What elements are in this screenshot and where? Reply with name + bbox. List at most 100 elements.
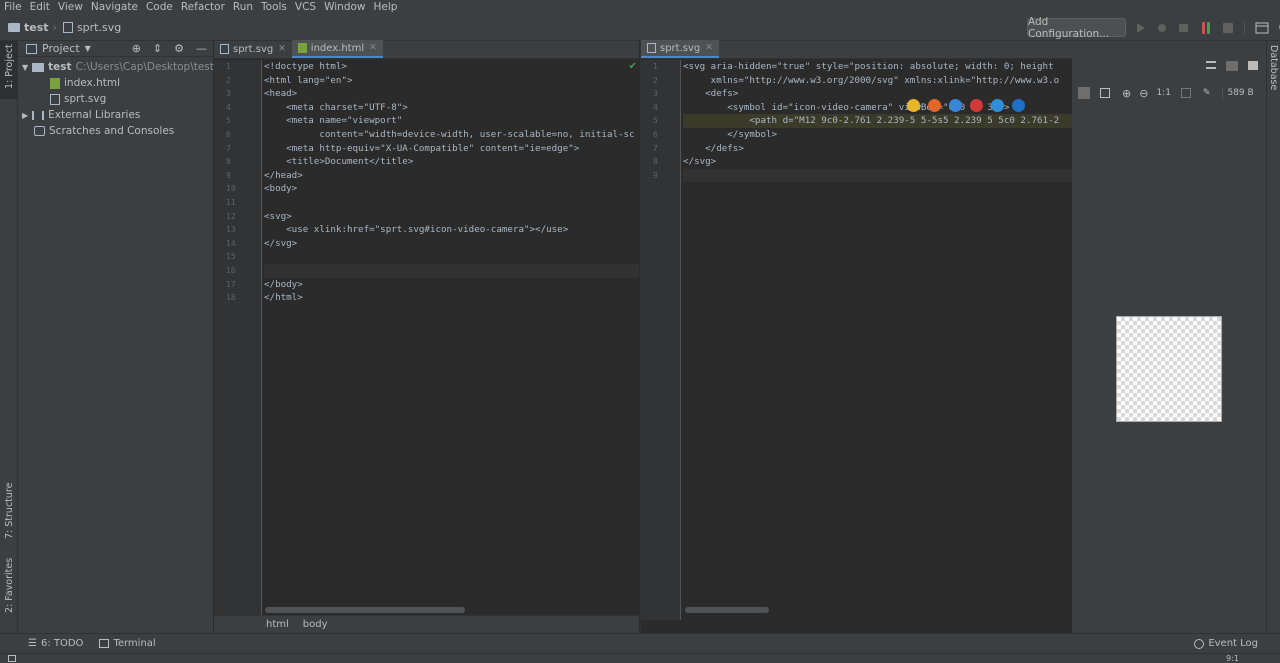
line-number: 10 bbox=[226, 184, 236, 194]
close-icon[interactable]: ✕ bbox=[369, 43, 377, 53]
code-line: <!doctype html> bbox=[264, 61, 347, 72]
svg-file-icon bbox=[647, 43, 656, 53]
code-line: content="width=device-width, user-scalab… bbox=[264, 128, 635, 140]
text-view-icon[interactable] bbox=[1206, 61, 1216, 69]
menu-edit[interactable]: Edit bbox=[30, 1, 50, 13]
chrome-icon[interactable] bbox=[907, 99, 920, 112]
caret-position[interactable]: 9:1 bbox=[1226, 654, 1239, 663]
ie-icon[interactable] bbox=[991, 99, 1004, 112]
code-area[interactable]: <svg aria-hidden="true" style="position:… bbox=[683, 60, 1072, 620]
opera-icon[interactable] bbox=[970, 99, 983, 112]
color-picker-icon[interactable]: ✎ bbox=[1203, 88, 1211, 98]
breadcrumb-html[interactable]: html bbox=[266, 619, 289, 630]
menu-file[interactable]: File bbox=[4, 1, 22, 13]
safari-icon[interactable] bbox=[949, 99, 962, 112]
code-line: </body> bbox=[264, 278, 303, 290]
terminal-tool-button[interactable]: Terminal bbox=[99, 638, 156, 649]
favorites-tool-label[interactable]: 2: Favorites bbox=[4, 558, 15, 613]
breadcrumb-separator: › bbox=[52, 20, 57, 34]
horizontal-scrollbar[interactable] bbox=[685, 607, 769, 613]
database-tool-label[interactable]: Database bbox=[1268, 45, 1279, 90]
chevron-down-icon[interactable]: ▼ bbox=[85, 44, 91, 53]
zoom-out-icon[interactable]: ⊖ bbox=[1139, 87, 1148, 100]
line-number: 8 bbox=[226, 157, 231, 167]
html-file-icon bbox=[297, 43, 307, 53]
line-number-gutter: 1 2 3 4 5 6 7 8 9 bbox=[641, 60, 681, 620]
menu-refactor[interactable]: Refactor bbox=[181, 1, 225, 13]
coverage-icon[interactable] bbox=[1178, 22, 1190, 34]
code-line: <use xlink:href="sprt.svg#icon-video-cam… bbox=[264, 224, 569, 236]
menu-window[interactable]: Window bbox=[324, 1, 365, 13]
tool-windows-icon[interactable] bbox=[8, 655, 16, 662]
tab-sprt-svg[interactable]: sprt.svg ✕ bbox=[214, 40, 292, 58]
breadcrumb: test › sprt.svg bbox=[0, 21, 121, 34]
stop-icon[interactable] bbox=[1222, 22, 1234, 34]
chevron-right-icon[interactable]: ▶ bbox=[22, 111, 28, 120]
menu-vcs[interactable]: VCS bbox=[295, 1, 316, 13]
gear-icon[interactable]: ⚙ bbox=[174, 42, 184, 55]
hide-icon[interactable]: — bbox=[196, 42, 207, 55]
event-log-button[interactable]: Event Log bbox=[1194, 638, 1258, 649]
tab-label: sprt.svg bbox=[233, 43, 274, 55]
chevron-down-icon[interactable]: ▼ bbox=[22, 63, 28, 72]
tree-item-label: Scratches and Consoles bbox=[49, 125, 175, 137]
code-line-current bbox=[264, 263, 639, 278]
menu-navigate[interactable]: Navigate bbox=[91, 1, 138, 13]
code-line: </html> bbox=[264, 292, 303, 304]
menu-tools[interactable]: Tools bbox=[261, 1, 287, 13]
menu-view[interactable]: View bbox=[58, 1, 83, 13]
debug-icon[interactable] bbox=[1156, 22, 1168, 34]
tree-item-scratches[interactable]: Scratches and Consoles bbox=[34, 125, 174, 137]
tab-sprt-svg[interactable]: sprt.svg ✕ bbox=[641, 40, 719, 58]
line-number: 2 bbox=[653, 75, 658, 85]
structure-tool-label[interactable]: 7: Structure bbox=[4, 483, 15, 539]
collapse-icon[interactable]: ⇕ bbox=[153, 42, 162, 55]
line-number: 6 bbox=[226, 129, 231, 139]
menu-code[interactable]: Code bbox=[146, 1, 173, 13]
run-icon[interactable] bbox=[1136, 22, 1146, 34]
close-icon[interactable]: ✕ bbox=[705, 43, 713, 53]
breadcrumb-file[interactable]: sprt.svg bbox=[77, 21, 121, 34]
image-view-icon[interactable] bbox=[1248, 61, 1258, 70]
code-line: <body> bbox=[264, 183, 298, 195]
layout-icon[interactable] bbox=[1255, 22, 1269, 34]
horizontal-scrollbar[interactable] bbox=[265, 607, 465, 613]
tree-item-label: sprt.svg bbox=[64, 93, 107, 105]
zoom-in-icon[interactable]: ⊕ bbox=[1122, 87, 1131, 100]
tree-item-external-libraries[interactable]: ▶ External Libraries bbox=[22, 109, 140, 121]
background-icon[interactable] bbox=[1180, 88, 1191, 98]
firefox-icon[interactable] bbox=[928, 99, 941, 112]
code-line: <svg> bbox=[264, 210, 292, 222]
code-area[interactable]: <!doctype html> <html lang="en"> <head> … bbox=[264, 60, 639, 620]
todo-tool-button[interactable]: ☰ 6: TODO bbox=[28, 638, 83, 649]
tree-item-path: C:\Users\Cap\Desktop\test bbox=[75, 61, 214, 73]
split-view-icon[interactable] bbox=[1226, 61, 1238, 71]
fit-icon[interactable] bbox=[1078, 87, 1090, 99]
terminal-label: Terminal bbox=[113, 638, 156, 649]
tree-item-test[interactable]: ▼ test C:\Users\Cap\Desktop\test bbox=[22, 61, 214, 73]
grid-icon[interactable] bbox=[1100, 88, 1110, 98]
tab-index-html[interactable]: index.html ✕ bbox=[291, 40, 383, 58]
line-number: 16 bbox=[226, 265, 236, 275]
line-number: 13 bbox=[226, 225, 236, 235]
menu-help[interactable]: Help bbox=[374, 1, 398, 13]
breadcrumb-body[interactable]: body bbox=[303, 619, 328, 630]
close-icon[interactable]: ✕ bbox=[278, 44, 286, 54]
tree-item-index-html[interactable]: index.html bbox=[50, 77, 120, 89]
code-line: <meta charset="UTF-8"> bbox=[264, 101, 408, 113]
add-configuration-button[interactable]: Add Configuration... bbox=[1027, 16, 1126, 40]
breadcrumb-project[interactable]: test bbox=[24, 21, 49, 34]
actual-size-button[interactable]: 1:1 bbox=[1156, 88, 1170, 98]
locate-icon[interactable]: ⊕ bbox=[132, 42, 141, 55]
project-panel-title[interactable]: Project bbox=[42, 42, 80, 55]
tree-item-sprt-svg[interactable]: sprt.svg bbox=[50, 93, 106, 105]
edge-icon[interactable] bbox=[1012, 99, 1025, 112]
menu-run[interactable]: Run bbox=[233, 1, 253, 13]
line-number: 6 bbox=[653, 129, 658, 139]
project-panel: Project ▼ ⊕ ⇕ ⚙ — ▼ test C:\Users\Cap\De… bbox=[18, 41, 214, 633]
code-line-highlighted: <path d="M12 9c0-2.761 2.239-5 5-5s5 2.2… bbox=[683, 114, 1072, 128]
line-number: 11 bbox=[226, 197, 236, 207]
line-number: 9 bbox=[653, 170, 658, 180]
project-tool-label[interactable]: 1: Project bbox=[4, 44, 15, 89]
profile-icon[interactable] bbox=[1200, 21, 1212, 35]
